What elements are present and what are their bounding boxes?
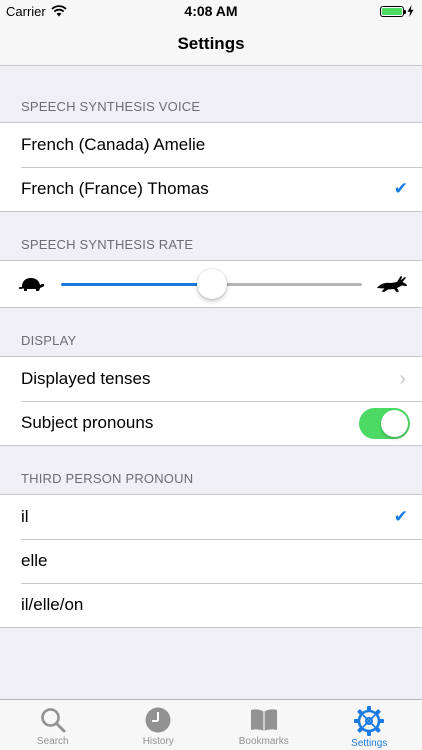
tab-label: Bookmarks [238,736,289,747]
subject-pronouns-label: Subject pronouns [21,413,154,432]
third-person-group: il ✔ elle il/elle/on [0,494,422,628]
pronoun-option-il-elle-on[interactable]: il/elle/on [0,583,422,627]
voice-option-label: French (Canada) Amelie [21,135,206,154]
rate-group [0,260,422,308]
gear-icon [354,706,385,736]
section-header-rate: SPEECH SYNTHESIS RATE [21,237,194,252]
book-icon [250,709,277,731]
chevron-right-icon: › [399,367,406,390]
rate-slider-fill [61,282,212,286]
rate-slider[interactable] [61,268,362,299]
turtle-icon [18,278,45,291]
tab-settings[interactable]: Settings [317,700,422,750]
section-header-voice: SPEECH SYNTHESIS VOICE [21,99,201,114]
navigation-bar: Settings [0,22,422,66]
rabbit-icon [377,276,407,292]
voice-option-thomas[interactable]: French (France) Thomas ✔ [0,167,422,211]
tab-history[interactable]: History [106,700,212,750]
tab-search[interactable]: Search [0,700,106,750]
subject-pronouns-row: Subject pronouns [0,401,422,445]
wifi-icon [51,5,67,17]
toggle-knob [381,409,408,437]
pronoun-option-label: il [21,507,29,526]
displayed-tenses-row[interactable]: Displayed tenses › [0,357,422,401]
voice-group: French (Canada) Amelie French (France) T… [0,122,422,212]
section-header-third-person: THIRD PERSON PRONOUN [21,471,194,486]
section-header-display: DISPLAY [21,333,77,348]
pronoun-option-elle[interactable]: elle [0,539,422,583]
checkmark-icon: ✔ [393,179,408,198]
tab-label: History [142,736,174,747]
search-icon [40,708,66,733]
tab-bar: Search History Bookmarks Settings [0,699,422,750]
status-bar: Carrier 4:08 AM [0,0,422,22]
voice-option-label: French (France) Thomas [21,179,209,198]
battery-icon [380,5,406,17]
tab-bookmarks[interactable]: Bookmarks [211,700,317,750]
subject-pronouns-toggle[interactable] [359,407,410,439]
page-title: Settings [177,33,245,53]
tab-label: Search [36,736,69,747]
displayed-tenses-label: Displayed tenses [21,369,151,388]
checkmark-icon: ✔ [393,507,408,526]
carrier-label: Carrier [6,3,46,19]
rate-slider-thumb[interactable] [196,268,227,299]
pronoun-option-label: il/elle/on [21,595,84,614]
voice-option-amelie[interactable]: French (Canada) Amelie [0,123,422,167]
charging-bolt-icon [407,5,414,17]
tab-label: Settings [351,738,388,749]
pronoun-option-label: elle [21,551,48,570]
pronoun-option-il[interactable]: il ✔ [0,495,422,539]
display-group: Displayed tenses › Subject pronouns [0,356,422,446]
clock-icon [145,707,171,733]
settings-list: SPEECH SYNTHESIS VOICE French (Canada) A… [0,66,422,628]
